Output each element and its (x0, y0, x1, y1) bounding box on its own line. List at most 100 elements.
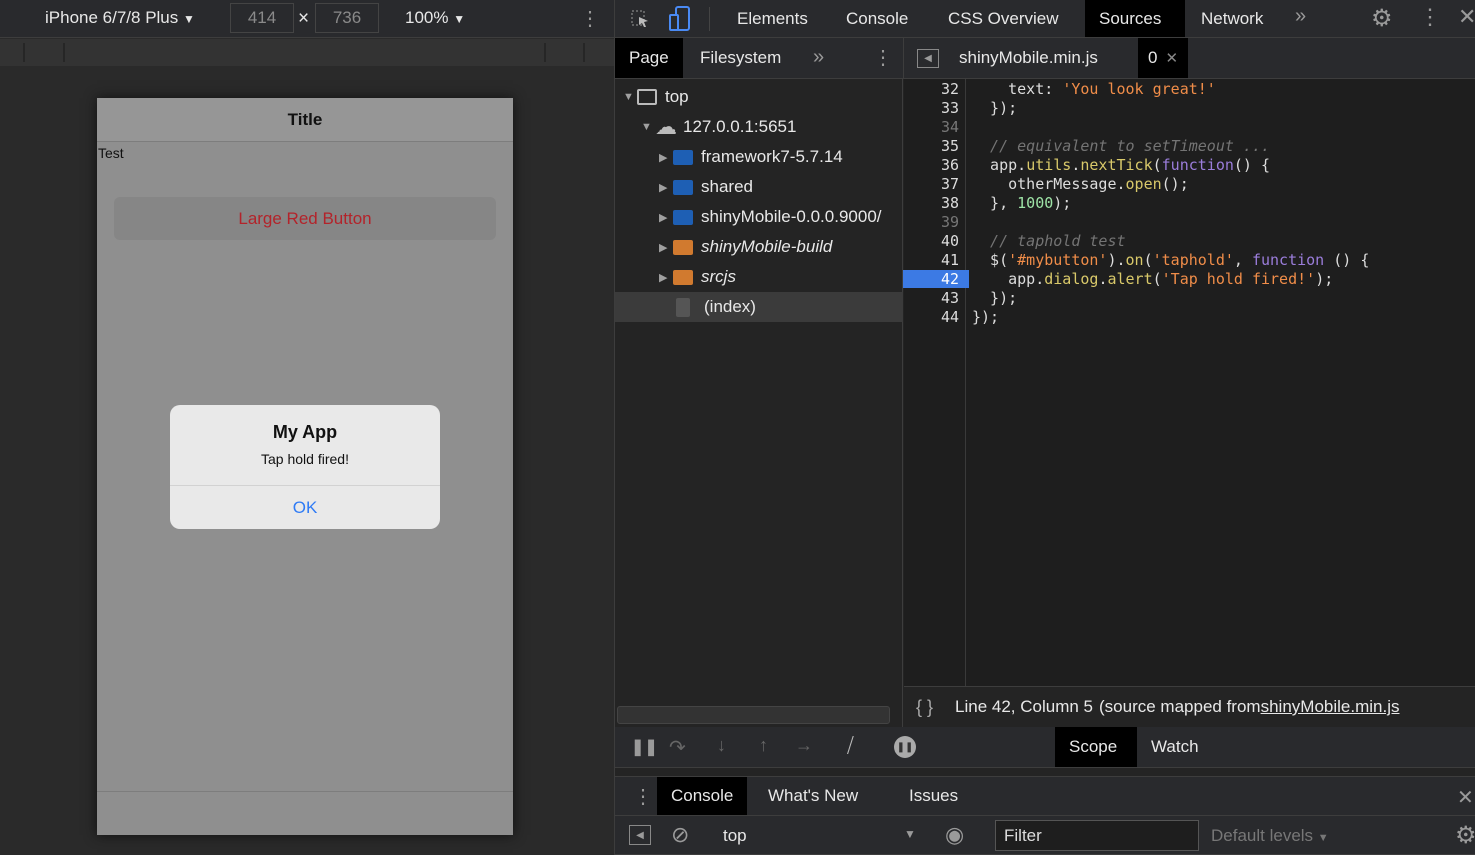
tab-css-overview[interactable]: CSS Overview (934, 0, 1073, 37)
log-levels-select[interactable]: Default levels ▼ (1211, 826, 1329, 846)
tree-item[interactable]: ▼ ☁ 127.0.0.1:5651 (615, 112, 903, 142)
code-line[interactable]: }); (972, 99, 1017, 117)
code-line[interactable]: otherMessage.open(); (972, 175, 1189, 193)
console-settings-icon[interactable]: ⚙ (1455, 821, 1475, 850)
line-number[interactable]: 35 (909, 137, 959, 155)
editor-tab-shinymobile[interactable]: shinyMobile.min.js (945, 38, 1112, 78)
settings-gear-icon[interactable]: ⚙ (1371, 4, 1393, 33)
zoom-select[interactable]: 100% ▼ (405, 8, 465, 28)
code-line[interactable]: }, 1000); (972, 194, 1071, 212)
device-toggle-icon[interactable] (667, 5, 693, 33)
line-number[interactable]: 38 (909, 194, 959, 212)
line-number[interactable]: 32 (909, 80, 959, 98)
tree-item-label: shared (701, 177, 753, 196)
expanded-arrow-icon[interactable]: ▼ (623, 91, 637, 103)
more-tabs-icon[interactable]: » (1295, 5, 1306, 28)
file-icon (676, 297, 690, 317)
more-options-icon[interactable]: ⋮ (1419, 4, 1441, 30)
breakpoint-line-number[interactable]: 42 (903, 270, 969, 288)
tab-issues[interactable]: Issues (895, 777, 972, 815)
code-token: on (1125, 251, 1144, 269)
step-into-icon[interactable]: ↓ (717, 735, 726, 756)
code-line[interactable]: $('#mybutton').on('taphold', function ()… (972, 251, 1369, 269)
expanded-arrow-icon[interactable]: ▼ (641, 121, 655, 133)
width-input[interactable]: 414 (230, 3, 294, 33)
close-drawer-icon[interactable]: ✕ (1457, 785, 1474, 810)
pause-icon[interactable]: ❚❚ (631, 737, 658, 757)
line-number[interactable]: 40 (909, 232, 959, 250)
code-line[interactable]: // taphold test (972, 232, 1125, 250)
tab-network[interactable]: Network (1187, 0, 1277, 37)
navigator-scrollbar[interactable] (617, 706, 890, 724)
more-options-icon[interactable]: ⋮ (580, 6, 600, 31)
tree-item[interactable]: ▶ shinyMobile-0.0.0.9000/ (615, 202, 903, 232)
tab-page[interactable]: Page (615, 38, 683, 78)
code-line[interactable]: app.utils.nextTick(function() { (972, 156, 1270, 174)
line-gutter[interactable]: 32 33 34 35 36 37 38 39 40 41 42 43 44 (903, 79, 969, 686)
chevron-down-icon[interactable]: ▼ (904, 827, 916, 841)
code-line[interactable]: }); (972, 308, 999, 326)
code-editor[interactable]: 32 33 34 35 36 37 38 39 40 41 42 43 44 text: 'You lo… (903, 79, 1475, 686)
tree-item[interactable]: ▶ srcjs (615, 262, 903, 292)
source-map-link[interactable]: shinyMobile.min.js (1261, 697, 1400, 717)
drawer-menu-icon[interactable]: ⋮ (633, 784, 653, 809)
tab-sources[interactable]: Sources (1085, 0, 1185, 37)
tab-console[interactable]: Console (832, 0, 922, 37)
tab-watch[interactable]: Watch (1137, 727, 1213, 767)
dialog-ok-button[interactable]: OK (170, 485, 440, 529)
cloud-icon: ☁ (655, 114, 677, 139)
step-out-icon[interactable]: ↑ (759, 735, 768, 756)
eye-icon[interactable]: ◉ (945, 822, 964, 848)
collapsed-arrow-icon[interactable]: ▶ (659, 211, 673, 224)
step-icon[interactable]: → (795, 735, 813, 756)
close-tab-icon[interactable]: ✕ (1165, 49, 1178, 67)
line-number[interactable]: 41 (909, 251, 959, 269)
line-number[interactable]: 36 (909, 156, 959, 174)
tab-drawer-console[interactable]: Console (657, 777, 748, 815)
tab-filesystem[interactable]: Filesystem (686, 38, 795, 78)
line-number[interactable]: 34 (909, 118, 959, 136)
close-icon[interactable]: ✕ (1458, 4, 1475, 30)
code-line[interactable]: }); (972, 289, 1017, 307)
line-number[interactable]: 39 (909, 213, 959, 231)
clear-console-icon[interactable]: ⊘ (671, 822, 689, 848)
device-select[interactable]: iPhone 6/7/8 Plus ▼ (45, 8, 195, 28)
collapsed-arrow-icon[interactable]: ▶ (659, 181, 673, 194)
inspect-element-icon[interactable] (627, 6, 653, 32)
code-token: () { (1233, 156, 1271, 174)
code-line[interactable]: text: 'You look great!' (972, 80, 1216, 98)
more-tabs-icon[interactable]: » (813, 46, 824, 69)
filter-input[interactable]: Filter (995, 820, 1199, 851)
pretty-print-button[interactable]: { } (916, 697, 933, 718)
line-number[interactable]: 44 (909, 308, 959, 326)
step-over-icon[interactable]: ↷ (669, 735, 686, 760)
code-line[interactable]: // equivalent to setTimeout ... (972, 137, 1270, 155)
line-number[interactable]: 37 (909, 175, 959, 193)
toggle-navigator-icon[interactable]: ◀ (917, 49, 939, 68)
line-number[interactable]: 43 (909, 289, 959, 307)
tree-item[interactable]: ▶ shared (615, 172, 903, 202)
line-number[interactable]: 33 (909, 99, 959, 117)
collapsed-arrow-icon[interactable]: ▶ (659, 241, 673, 254)
navigator-menu-icon[interactable]: ⋮ (873, 45, 893, 70)
large-red-button[interactable]: Large Red Button (114, 197, 496, 240)
code-token: alert (1107, 270, 1153, 288)
alert-dialog: My App Tap hold fired! OK (170, 405, 440, 529)
tree-item[interactable]: ▼ top (615, 82, 903, 112)
code-line[interactable]: app.dialog.alert('Tap hold fired!'); (972, 270, 1333, 288)
deactivate-breakpoints-icon[interactable]: ⧸ (847, 735, 854, 758)
media-query-bar[interactable] (0, 39, 614, 66)
tree-item[interactable]: ▶ shinyMobile-build (615, 232, 903, 262)
tree-item[interactable]: (index) (615, 292, 903, 322)
tab-scope[interactable]: Scope (1055, 727, 1137, 767)
context-select[interactable]: top (723, 826, 747, 846)
sidebar-toggle-icon[interactable]: ◀ (629, 825, 651, 845)
collapsed-arrow-icon[interactable]: ▶ (659, 151, 673, 164)
collapsed-arrow-icon[interactable]: ▶ (659, 271, 673, 284)
editor-tab-active[interactable]: 0 ✕ (1138, 38, 1189, 78)
tree-item[interactable]: ▶ framework7-5.7.14 (615, 142, 903, 172)
tab-elements[interactable]: Elements (723, 0, 822, 37)
tab-whats-new[interactable]: What's New (754, 777, 872, 815)
pause-on-exceptions-icon[interactable]: ❚❚ (894, 736, 916, 758)
height-input[interactable]: 736 (315, 3, 379, 33)
